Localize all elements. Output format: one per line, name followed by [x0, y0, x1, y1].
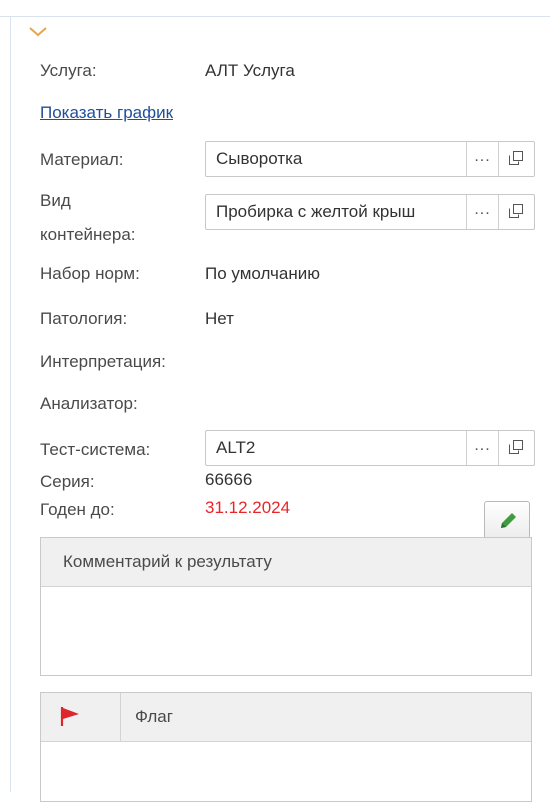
valid-until-label: Годен до: — [40, 500, 115, 519]
flag-table-header: Флаг — [41, 693, 531, 742]
material-value: Сыворотка — [216, 149, 303, 168]
comment-text-area[interactable] — [41, 587, 531, 676]
comment-panel-header: Комментарий к результату — [41, 538, 531, 587]
service-value: АЛТ Услуга — [205, 61, 295, 80]
comment-panel: Комментарий к результату — [40, 537, 532, 676]
flag-table: Флаг — [40, 692, 532, 802]
container-value: Пробирка с желтой крыш — [216, 202, 416, 221]
material-open-icon[interactable] — [498, 142, 534, 176]
series-label: Серия: — [40, 472, 95, 491]
flag-column-title[interactable]: Флаг — [135, 707, 173, 727]
flag-column-header[interactable] — [41, 693, 121, 741]
flag-icon — [60, 707, 79, 726]
edit-button[interactable] — [484, 501, 530, 539]
material-label: Материал: — [40, 150, 124, 169]
test-system-open-icon[interactable] — [498, 431, 534, 465]
valid-until-value: 31.12.2024 — [205, 498, 291, 517]
norm-set-label: Набор норм: — [40, 264, 140, 283]
interpretation-label: Интерпретация: — [40, 352, 166, 371]
collapse-chevron-icon[interactable] — [28, 24, 48, 38]
material-select-button[interactable]: ... — [466, 142, 498, 176]
container-field[interactable]: Пробирка с желтой крыш ... — [205, 194, 535, 230]
panel-top-border — [0, 16, 550, 17]
comment-panel-title: Комментарий к результату — [63, 552, 272, 571]
test-system-select-button[interactable]: ... — [466, 431, 498, 465]
pathology-value: Нет — [205, 309, 234, 328]
container-open-icon[interactable] — [498, 195, 534, 229]
container-select-button[interactable]: ... — [466, 195, 498, 229]
pencil-icon — [501, 513, 516, 528]
show-chart-link[interactable]: Показать график — [40, 102, 173, 124]
series-value: 66666 — [205, 470, 253, 489]
panel-left-border — [10, 16, 11, 792]
norm-set-value: По умолчанию — [205, 264, 320, 283]
material-field[interactable]: Сыворотка ... — [205, 141, 535, 177]
test-system-value: ALT2 — [216, 438, 256, 457]
flag-table-body — [41, 742, 531, 802]
container-label-line2: контейнера: — [40, 225, 136, 244]
test-system-label: Тест-система: — [40, 440, 151, 459]
analyzer-label: Анализатор: — [40, 394, 138, 413]
container-label-line1: Вид — [40, 191, 71, 210]
pathology-label: Патология: — [40, 309, 128, 328]
test-system-field[interactable]: ALT2 ... — [205, 430, 535, 466]
service-label: Услуга: — [40, 61, 97, 80]
